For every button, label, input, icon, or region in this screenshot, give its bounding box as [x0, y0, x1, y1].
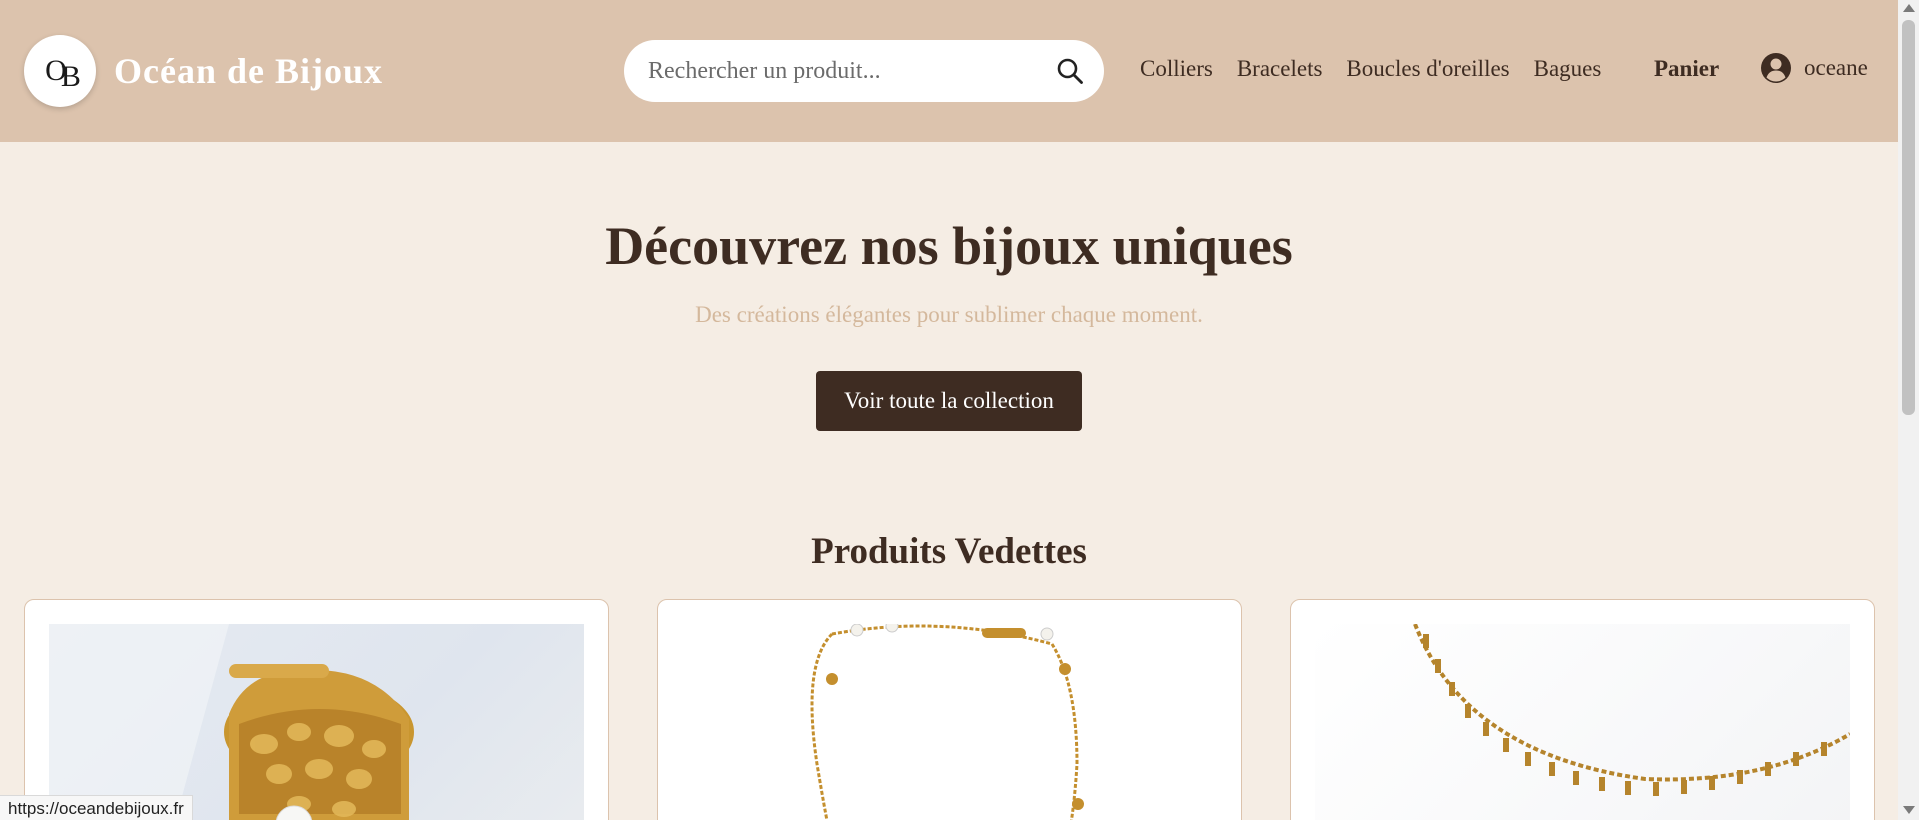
site-header: OB Océan de Bijoux Colliers Bracelets Bo… — [0, 0, 1898, 142]
view-collection-button[interactable]: Voir toute la collection — [816, 371, 1082, 431]
product-image-bracelet[interactable] — [682, 624, 1217, 820]
product-image-ring[interactable] — [49, 624, 584, 820]
product-card[interactable] — [24, 599, 609, 820]
product-image-necklace[interactable] — [1315, 624, 1850, 820]
scroll-up-arrow-icon[interactable] — [1903, 4, 1915, 12]
hero-subtitle: Des créations élégantes pour sublimer ch… — [695, 302, 1203, 327]
nav-colliers[interactable]: Colliers — [1140, 56, 1213, 82]
status-bar-url: https://oceandebijoux.fr — [0, 795, 193, 820]
scrollbar[interactable] — [1898, 0, 1919, 820]
scroll-thumb[interactable] — [1902, 20, 1915, 415]
product-card[interactable] — [657, 599, 1242, 820]
hero-title: Découvrez nos bijoux uniques — [605, 216, 1293, 276]
brand-name[interactable]: Océan de Bijoux — [114, 50, 383, 92]
main-nav: Colliers Bracelets Boucles d'oreilles Ba… — [1140, 56, 1601, 82]
user-menu[interactable]: oceane — [1760, 52, 1868, 84]
logo-monogram: OB — [45, 54, 81, 93]
user-circle-icon — [1761, 53, 1791, 83]
nav-bagues[interactable]: Bagues — [1534, 56, 1602, 82]
product-card[interactable] — [1290, 599, 1875, 820]
featured-title: Produits Vedettes — [811, 531, 1087, 572]
search-bar — [624, 40, 1104, 102]
nav-bracelets[interactable]: Bracelets — [1237, 56, 1323, 82]
cart-link[interactable]: Panier — [1654, 56, 1719, 82]
username: oceane — [1804, 55, 1868, 80]
search-icon[interactable] — [1054, 55, 1086, 87]
logo[interactable]: OB — [24, 35, 96, 107]
scroll-down-arrow-icon[interactable] — [1903, 806, 1915, 814]
search-input[interactable] — [648, 40, 1038, 102]
nav-boucles-oreilles[interactable]: Boucles d'oreilles — [1346, 56, 1509, 82]
